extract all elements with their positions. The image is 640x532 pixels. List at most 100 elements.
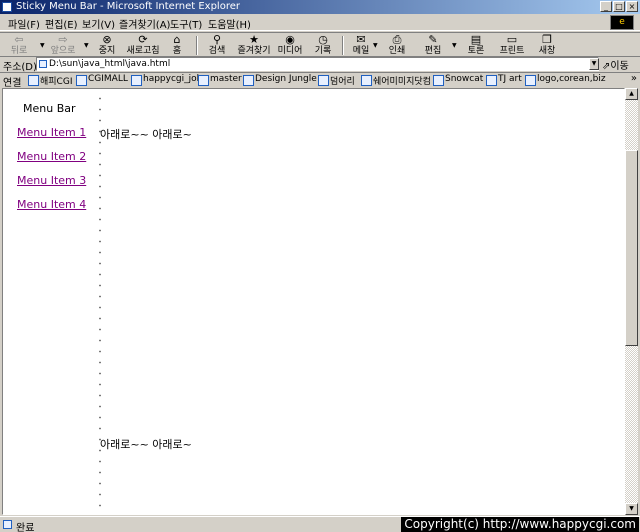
links-more-icon[interactable]: »	[631, 73, 637, 84]
page-icon	[39, 60, 47, 68]
address-input[interactable]: D:\sun\java_html\java.html	[36, 57, 599, 71]
menu-bar: 파일(F) 편집(E) 보기(V) 즐겨찾기(A) 도구(T) 도움말(H) e	[0, 14, 640, 31]
address-label: 주소(D)	[3, 62, 37, 73]
printer-icon: ▭	[506, 33, 518, 46]
history-label: 기록	[314, 46, 332, 56]
ie-page-icon	[2, 2, 12, 12]
edit-button[interactable]: ✎ 편집	[422, 34, 444, 57]
menu-item-link[interactable]: Menu Item 2	[17, 150, 86, 163]
link-item[interactable]: TJ art	[486, 74, 522, 86]
home-icon: ⌂	[173, 33, 181, 46]
search-button[interactable]: ⚲ 검색	[204, 34, 230, 57]
stop-icon: ⊗	[102, 33, 112, 46]
menu-help[interactable]: 도움말(H)	[208, 16, 251, 31]
refresh-button[interactable]: ⟳ 새로고침	[124, 34, 162, 57]
refresh-icon: ⟳	[138, 33, 148, 46]
search-label: 검색	[208, 46, 226, 56]
printer-label: 프린트	[499, 46, 525, 56]
forward-button[interactable]: ⇨ 앞으로	[48, 34, 78, 57]
back-button[interactable]: ⇦ 뒤로	[6, 34, 32, 57]
address-dropdown-icon[interactable]: ▼	[589, 58, 599, 70]
menu-favorites[interactable]: 즐겨찾기(A)	[119, 16, 170, 31]
menu-file[interactable]: 파일(F)	[8, 16, 40, 31]
favorites-button[interactable]: ★ 즐겨찾기	[235, 34, 273, 57]
back-arrow-icon: ⇦	[14, 33, 24, 46]
refresh-label: 새로고침	[126, 46, 160, 56]
menu-item-link[interactable]: Menu Item 3	[17, 174, 86, 187]
media-icon: ◉	[285, 33, 295, 46]
link-item[interactable]: CGIMALL	[76, 74, 128, 86]
edit-icon: ✎	[428, 33, 438, 46]
menu-view[interactable]: 보기(V)	[82, 16, 115, 31]
new-window-label: 새창	[538, 46, 556, 56]
title-bar[interactable]: Sticky Menu Bar - Microsoft Internet Exp…	[0, 0, 640, 14]
address-bar: 주소(D) D:\sun\java_html\java.html ▼ ⇗이동	[0, 57, 640, 73]
close-icon[interactable]: ×	[626, 1, 638, 12]
new-window-button[interactable]: ❐ 새창	[536, 34, 558, 57]
print-button[interactable]: ⎙ 인쇄	[386, 34, 408, 57]
mail-label: 메일	[352, 46, 370, 56]
new-window-icon: ❐	[542, 33, 552, 46]
link-item[interactable]: happycgi_job	[131, 74, 202, 86]
maximize-icon[interactable]: □	[613, 1, 625, 12]
edit-label: 편집	[424, 46, 442, 56]
media-label: 미디어	[277, 46, 303, 56]
home-button[interactable]: ⌂ 홈	[166, 34, 188, 57]
status-text: 완료	[16, 523, 35, 532]
address-value: D:\sun\java_html\java.html	[49, 59, 171, 69]
vertical-scrollbar[interactable]: ▲ ▼	[625, 88, 638, 515]
menu-tools[interactable]: 도구(T)	[170, 16, 202, 31]
standard-toolbar: ⇦ 뒤로 ▼ ⇨ 앞으로 ▼ ⊗ 중지 ⟳ 새로고침 ⌂ 홈 ⚲ 검색 ★ 즐겨…	[0, 32, 640, 57]
print-label: 인쇄	[388, 46, 406, 56]
status-bar: 완료 Copyright(c) http://www.happycgi.com	[0, 516, 640, 532]
discuss-label: 토론	[467, 46, 485, 56]
ie-logo-icon: e	[610, 15, 634, 30]
menu-item-link[interactable]: Menu Item 1	[17, 126, 86, 139]
favorites-label: 즐겨찾기	[237, 46, 271, 56]
toolbar-separator	[196, 36, 198, 55]
scroll-down-icon[interactable]: ▼	[625, 503, 638, 515]
done-page-icon	[3, 520, 12, 529]
discuss-button[interactable]: ▤ 토론	[465, 34, 487, 57]
forward-label: 앞으로	[50, 46, 76, 56]
go-button[interactable]: ⇗이동	[602, 57, 629, 72]
scroll-up-icon[interactable]: ▲	[625, 88, 638, 100]
discuss-icon: ▤	[470, 33, 482, 46]
print-icon: ⎙	[392, 33, 402, 46]
link-item[interactable]: master	[198, 74, 242, 86]
history-button[interactable]: ◷ 기록	[312, 34, 334, 57]
window-title: Sticky Menu Bar - Microsoft Internet Exp…	[16, 1, 240, 12]
link-item[interactable]: 해피CGI	[28, 74, 72, 87]
search-icon: ⚲	[212, 33, 222, 46]
link-item[interactable]: logo,corean,biz	[525, 74, 606, 86]
printer-button[interactable]: ▭ 프린트	[496, 34, 528, 57]
links-bar: 연결 해피CGI CGIMALL happycgi_job master Des…	[0, 72, 640, 89]
minimize-icon[interactable]: _	[600, 1, 612, 12]
links-label: 연결	[3, 78, 22, 89]
body-text: 아래로~~ 아래로~	[100, 438, 192, 451]
link-item[interactable]: 덤어리	[318, 74, 355, 87]
go-label: 이동	[610, 61, 629, 72]
link-item[interactable]: Design Jungle	[243, 74, 317, 86]
edit-dropdown-icon[interactable]: ▼	[452, 42, 457, 49]
forward-dropdown-icon[interactable]: ▼	[84, 42, 89, 49]
mail-button[interactable]: ✉ 메일	[350, 34, 372, 57]
page-content[interactable]: Menu Bar Menu Item 1 Menu Item 2 Menu It…	[2, 88, 625, 515]
copyright-banner: Copyright(c) http://www.happycgi.com	[401, 517, 639, 532]
favorites-icon: ★	[249, 33, 259, 46]
home-label: 홈	[172, 46, 182, 56]
link-item[interactable]: Snowcat	[433, 74, 483, 86]
stop-button[interactable]: ⊗ 중지	[94, 34, 120, 57]
forward-arrow-icon: ⇨	[58, 33, 68, 46]
body-text: 아래로~~ 아래로~	[100, 128, 192, 141]
mail-icon: ✉	[356, 33, 366, 46]
back-dropdown-icon[interactable]: ▼	[40, 42, 45, 49]
scroll-thumb[interactable]	[625, 150, 638, 346]
mail-dropdown-icon[interactable]: ▼	[373, 42, 378, 49]
media-button[interactable]: ◉ 미디어	[276, 34, 304, 57]
menu-edit[interactable]: 편집(E)	[45, 16, 78, 31]
toolbar-separator	[342, 36, 344, 55]
menu-item-link[interactable]: Menu Item 4	[17, 198, 86, 211]
stop-label: 중지	[98, 46, 116, 56]
link-item[interactable]: 쉐어미미지닷컴	[361, 74, 431, 87]
